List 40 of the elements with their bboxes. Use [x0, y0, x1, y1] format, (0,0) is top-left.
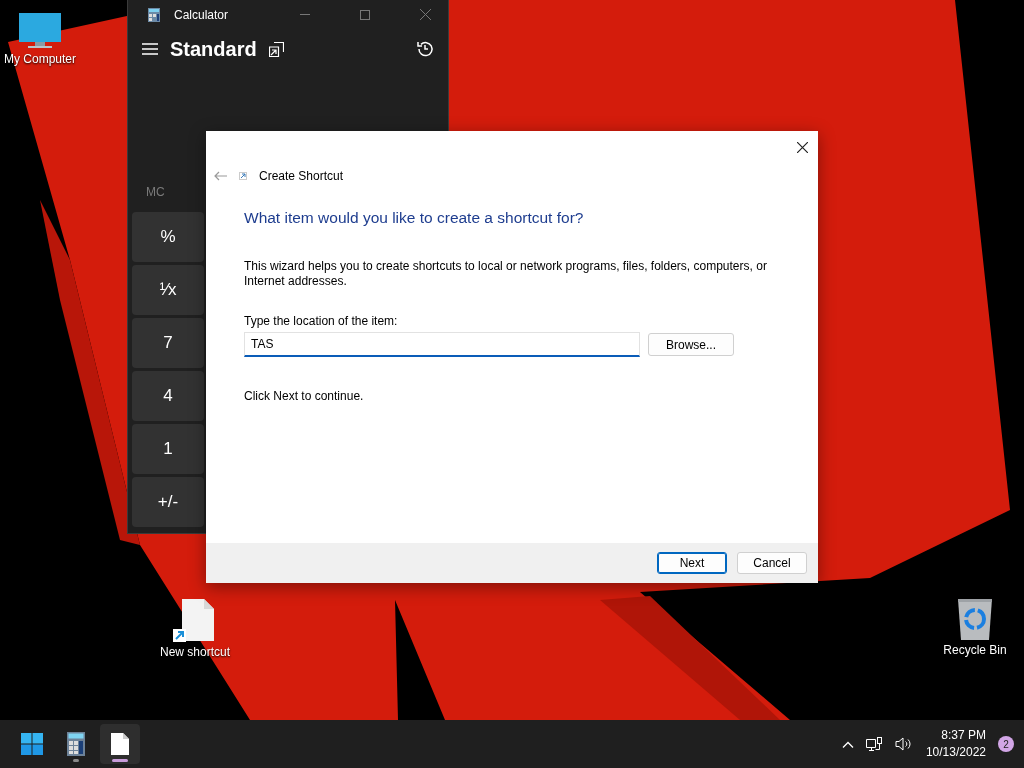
notification-badge[interactable]: 2 [998, 736, 1014, 752]
wizard-heading: What item would you like to create a shortcut for? [244, 209, 585, 227]
dialog-button[interactable]: Next [657, 552, 727, 574]
calculator-key[interactable]: +/- [132, 477, 204, 527]
clock-date[interactable]: 10/13/2022 [925, 744, 986, 761]
window-title: Calculator [174, 7, 229, 22]
minimize-icon[interactable] [300, 14, 310, 16]
history-icon[interactable] [416, 40, 434, 59]
dialog-button[interactable]: Cancel [737, 552, 807, 574]
wizard-description: This wizard helps you to create shortcuts to local or network programs, files, folders, computers, or Internet addresses. [244, 259, 768, 289]
document-icon [111, 733, 129, 755]
clock-time[interactable]: 8:37 PM [941, 727, 986, 744]
field-label: Type the location of the item: [244, 314, 399, 328]
calculator-app-icon [148, 7, 160, 22]
calculator-mode-title: Standard [170, 37, 257, 61]
recycle-bin-icon [956, 597, 994, 641]
memory-clear-button[interactable]: MC [146, 184, 165, 199]
location-field[interactable]: TAS [244, 332, 640, 357]
desktop-icon-label[interactable]: Recycle Bin [943, 643, 1007, 657]
taskbar-app-button[interactable] [100, 724, 140, 764]
calculator-key[interactable]: 7 [132, 318, 204, 368]
shortcut-arrow-icon [239, 172, 247, 180]
instruction-text: Click Next to continue. [244, 389, 365, 403]
menu-icon[interactable] [142, 43, 158, 56]
network-icon[interactable] [865, 736, 883, 752]
speaker-icon[interactable] [894, 737, 912, 751]
keep-on-top-icon[interactable] [268, 41, 284, 57]
monitor-icon [18, 12, 62, 50]
browse-button[interactable]: Browse... [648, 333, 734, 356]
calculator-icon [67, 732, 85, 756]
wizard-title: Create Shortcut [259, 169, 344, 183]
close-icon[interactable] [797, 141, 808, 153]
chevron-up-icon[interactable] [841, 740, 854, 748]
maximize-icon[interactable] [360, 9, 370, 20]
calculator-key[interactable]: 4 [132, 371, 204, 421]
calculator-key[interactable]: ¹⁄x [132, 265, 204, 315]
calculator-key[interactable]: 1 [132, 424, 204, 474]
back-arrow-icon[interactable] [214, 171, 227, 181]
calculator-key[interactable]: % [132, 212, 204, 262]
windows-icon [21, 733, 43, 755]
